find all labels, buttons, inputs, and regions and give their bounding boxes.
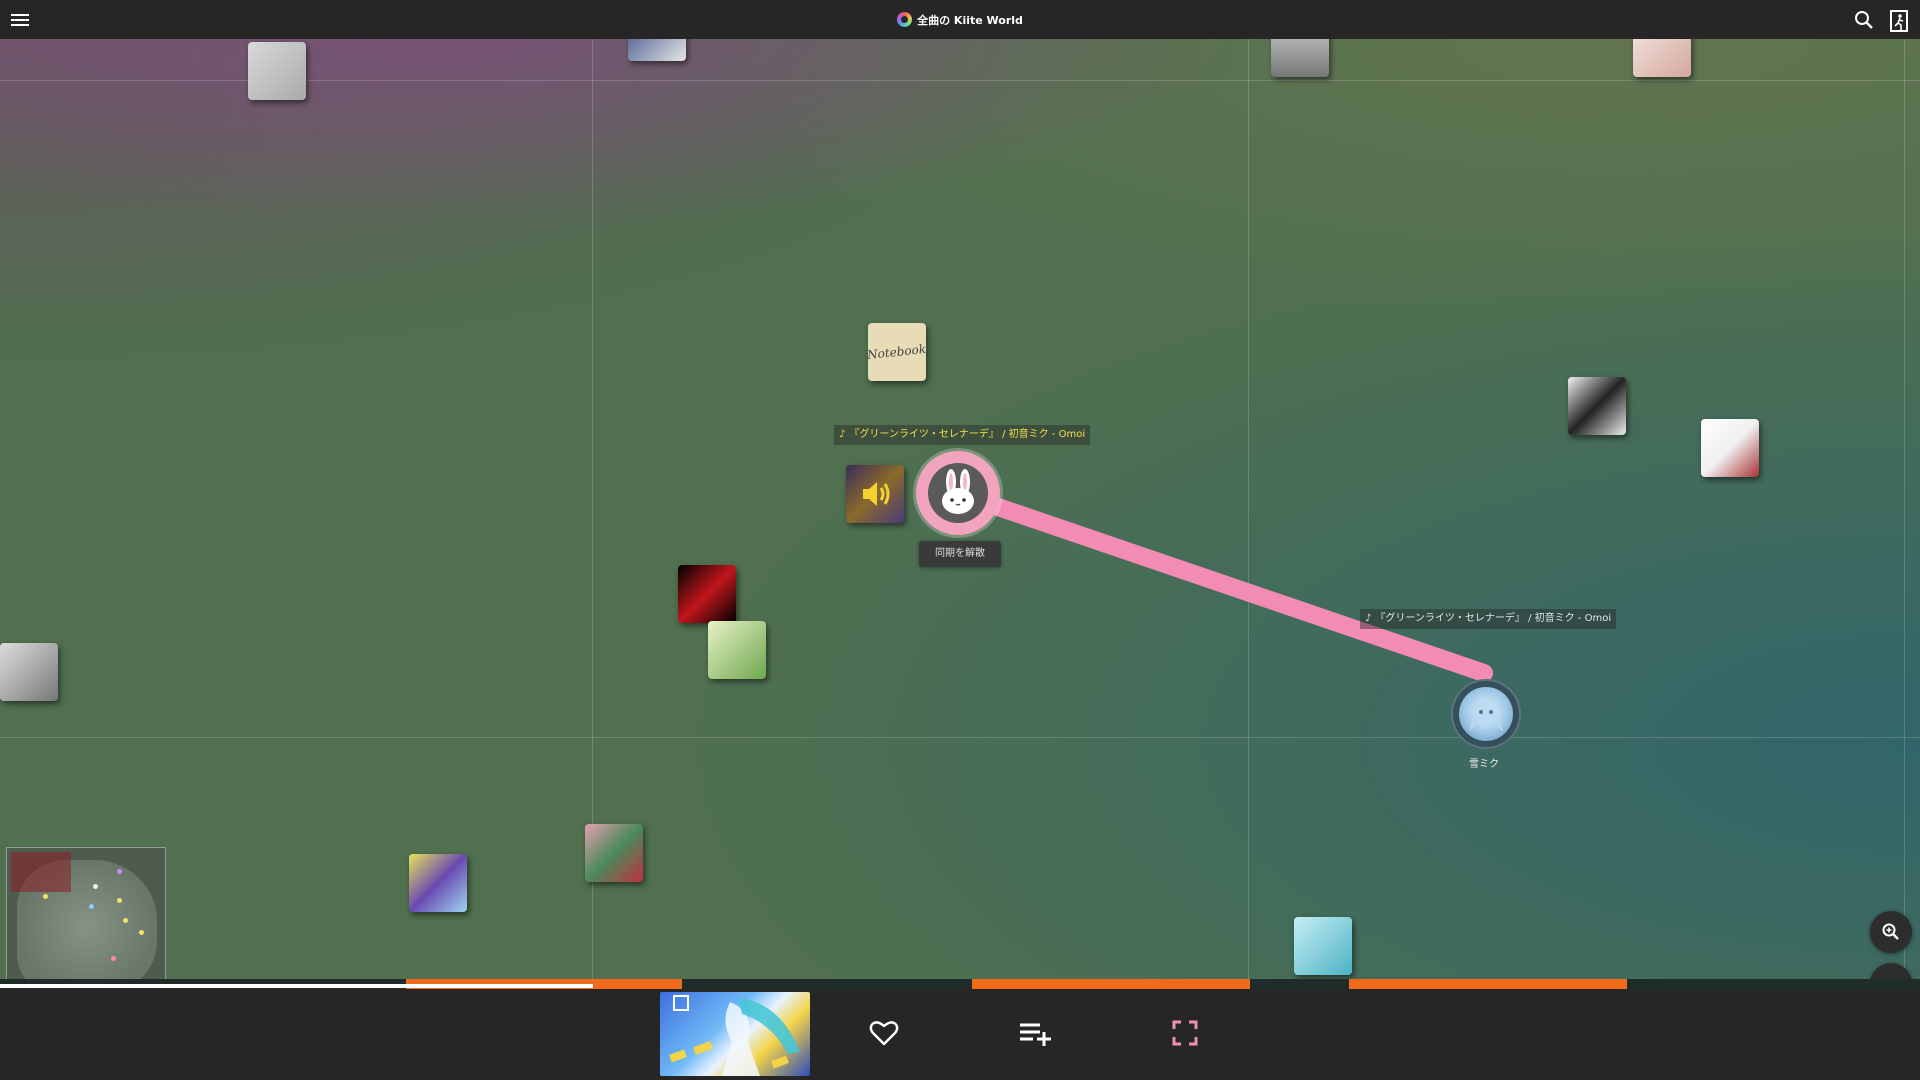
song-tile[interactable] xyxy=(409,854,467,912)
song-tile-notebook[interactable]: Notebook xyxy=(868,323,926,381)
top-bar: 全曲の Kiite World xyxy=(0,0,1920,39)
minimap-user-dot xyxy=(117,869,122,874)
song-tile-playing[interactable] xyxy=(846,465,904,523)
minimap-user-dot xyxy=(139,930,144,935)
minimap[interactable] xyxy=(6,847,166,979)
now-playing-song-text: 『グリーンライツ・セレナーデ』 / 初音ミク - Omoi xyxy=(849,429,1086,440)
song-tile[interactable] xyxy=(628,39,686,61)
other-user-song-tag: ♪ 『グリーンライツ・セレナーデ』 / 初音ミク - Omoi xyxy=(1360,609,1617,629)
unsync-button[interactable]: 同期を解散 xyxy=(919,541,1001,567)
song-tile[interactable] xyxy=(1294,917,1352,975)
search-icon[interactable] xyxy=(1853,9,1875,31)
song-tile[interactable] xyxy=(585,824,643,882)
minimap-user-dot xyxy=(43,894,48,899)
my-avatar[interactable] xyxy=(916,451,1000,535)
song-tile[interactable] xyxy=(0,643,58,701)
playlist-add-icon[interactable] xyxy=(1015,1013,1055,1053)
song-tile[interactable] xyxy=(1271,39,1329,77)
minimap-user-dot xyxy=(123,918,128,923)
exit-icon[interactable] xyxy=(1888,9,1910,33)
now-playing-song-tag: ♪ 『グリーンライツ・セレナーデ』 / 初音ミク - Omoi xyxy=(834,425,1091,445)
minimap-user-dot xyxy=(117,898,122,903)
minimap-user-dot xyxy=(89,904,94,909)
grid-line xyxy=(1904,39,1905,979)
app-title-group: 全曲の Kiite World xyxy=(0,0,1920,39)
grid-line xyxy=(1248,39,1249,979)
song-tile[interactable] xyxy=(1568,377,1626,435)
grid-line xyxy=(0,737,1920,738)
minimap-viewport xyxy=(11,852,71,892)
snow-miku-avatar-icon xyxy=(1459,687,1513,741)
world-map[interactable]: Notebook ♪ 『グリーンライツ・セレナーデ』 / 初音ミク - Omoi … xyxy=(0,39,1920,979)
minimap-user-dot xyxy=(111,956,116,961)
playback-progress-bar[interactable] xyxy=(0,979,1920,989)
rabbit-avatar-icon xyxy=(928,463,988,523)
notebook-label: Notebook xyxy=(868,341,926,363)
minimap-user-dot xyxy=(93,884,98,889)
other-user-avatar[interactable] xyxy=(1451,679,1521,749)
zoom-in-icon[interactable] xyxy=(1870,911,1912,953)
fullscreen-icon[interactable] xyxy=(1165,1013,1205,1053)
speaker-icon xyxy=(863,482,890,506)
progress-played xyxy=(0,984,594,988)
song-tile[interactable] xyxy=(708,621,766,679)
music-note-icon: ♪ xyxy=(839,429,846,440)
music-note-icon: ♪ xyxy=(1365,613,1372,624)
chorus-segment xyxy=(1349,979,1627,989)
song-tile[interactable] xyxy=(248,42,306,100)
kiite-logo xyxy=(897,12,913,27)
song-tile[interactable] xyxy=(1633,39,1691,77)
other-user-name: 雪ミク xyxy=(1469,759,1499,770)
app-title: 全曲の Kiite World xyxy=(917,13,1023,27)
heart-icon[interactable] xyxy=(864,1013,904,1053)
now-playing-thumbnail[interactable] xyxy=(660,992,810,1076)
other-user-song-text: 『グリーンライツ・セレナーデ』 / 初音ミク - Omoi xyxy=(1375,613,1612,624)
player-bar xyxy=(0,989,1920,1080)
return-button[interactable]: 戻る xyxy=(1870,963,1912,979)
song-tile[interactable] xyxy=(1701,419,1759,477)
song-tile[interactable] xyxy=(678,565,736,623)
chorus-segment xyxy=(972,979,1250,989)
